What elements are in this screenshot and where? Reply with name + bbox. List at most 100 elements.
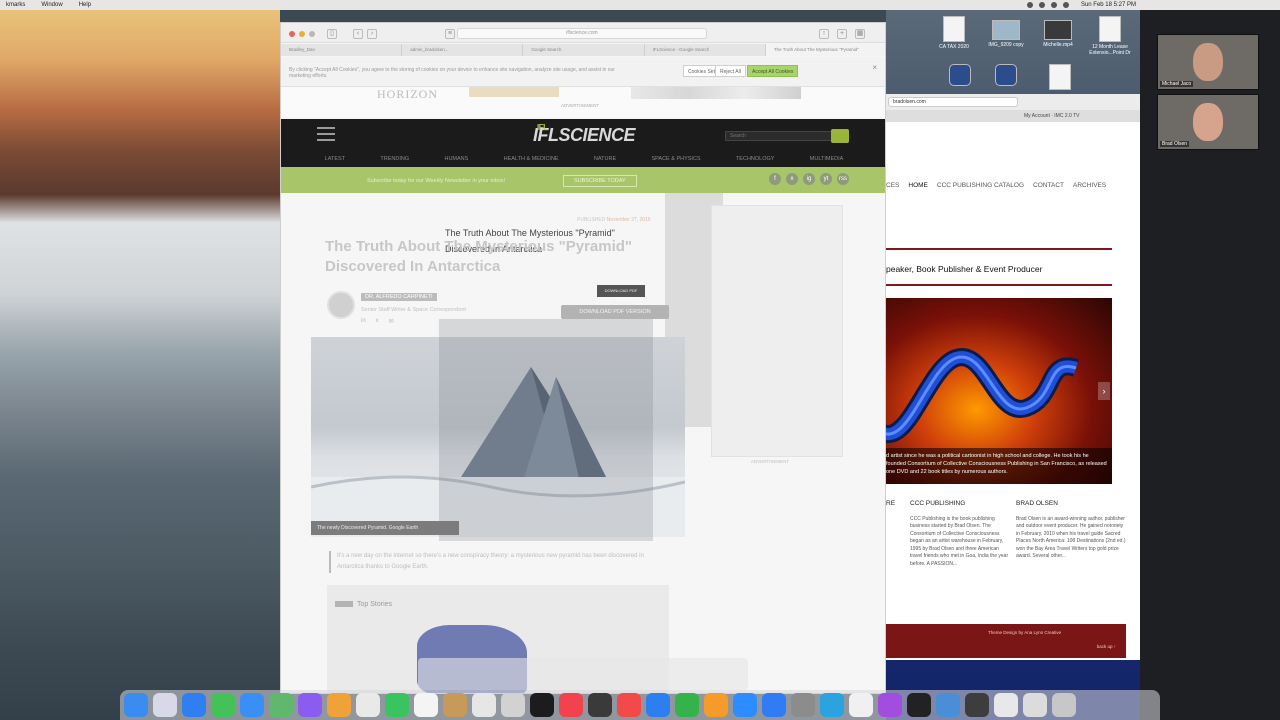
browser-tab[interactable]: Bradley_Dan bbox=[281, 44, 403, 56]
reminders-icon[interactable] bbox=[472, 693, 496, 717]
zoom-video-tile[interactable]: Brad Olsen bbox=[1157, 94, 1259, 150]
nav-latest[interactable]: LATEST bbox=[325, 153, 345, 165]
status-icon[interactable] bbox=[1026, 2, 1033, 8]
search-icon[interactable] bbox=[1050, 2, 1057, 8]
system-settings-icon[interactable] bbox=[791, 693, 815, 717]
download-pdf-button[interactable]: DOWNLOAD PDF VERSION bbox=[561, 305, 669, 319]
back-url-field[interactable]: bradolsen.com bbox=[888, 97, 1018, 107]
mail-icon[interactable]: ✉ bbox=[389, 318, 394, 325]
chrome-icon[interactable] bbox=[356, 693, 380, 717]
close-window-icon[interactable] bbox=[289, 31, 295, 37]
menu-icon[interactable] bbox=[317, 127, 335, 141]
media-shelf[interactable] bbox=[418, 658, 748, 690]
address-bar[interactable]: iflscience.com bbox=[457, 28, 707, 39]
overlay-download-button[interactable]: DOWNLOAD PDF VERSION bbox=[597, 285, 645, 305]
preview-icon[interactable] bbox=[849, 693, 873, 717]
front-browser-window[interactable]: ▯ ‹ › ≡ iflscience.com ↑ + ▦ Bradley_Dan… bbox=[280, 22, 886, 694]
launchpad-icon[interactable] bbox=[153, 693, 177, 717]
back-browser-tab[interactable]: My Account · IMC 2.0 TV bbox=[886, 110, 1140, 122]
instagram-icon[interactable]: ig bbox=[803, 173, 815, 185]
sidebar-toggle-icon[interactable]: ▯ bbox=[327, 29, 337, 39]
screen-recorder-icon[interactable] bbox=[965, 693, 989, 717]
browser-tab[interactable]: admin_bradolsen... bbox=[402, 44, 524, 56]
desktop-file[interactable] bbox=[1030, 64, 1090, 92]
trash-icon[interactable] bbox=[1052, 693, 1076, 717]
notes-icon[interactable] bbox=[443, 693, 467, 717]
facebook-icon[interactable]: f bbox=[769, 173, 781, 185]
music-icon[interactable] bbox=[559, 693, 583, 717]
nav-trending[interactable]: TRENDING bbox=[380, 153, 409, 165]
nav-humans[interactable]: HUMANS bbox=[444, 153, 468, 165]
subscribe-button[interactable]: SUBSCRIBE TODAY bbox=[563, 175, 637, 187]
nav-link-contact[interactable]: CONTACT bbox=[1033, 182, 1064, 189]
podcasts-icon[interactable] bbox=[878, 693, 902, 717]
ad-banner[interactable] bbox=[469, 87, 559, 97]
browser-tab-active[interactable]: The Truth About The Mysterious "Pyramid" bbox=[765, 44, 885, 56]
nav-link-home[interactable]: HOME bbox=[908, 182, 928, 189]
desktop-file[interactable]: Michelle.mp4 bbox=[1028, 16, 1088, 48]
menu-help[interactable]: Help bbox=[79, 0, 91, 10]
browser-tab[interactable]: Google Search bbox=[523, 44, 645, 56]
apple-tv-icon[interactable] bbox=[530, 693, 554, 717]
control-center-icon[interactable] bbox=[1062, 2, 1069, 8]
mail-icon[interactable] bbox=[240, 693, 264, 717]
x-icon[interactable]: x bbox=[786, 173, 798, 185]
maps-icon[interactable] bbox=[269, 693, 293, 717]
webcam-icon[interactable] bbox=[907, 693, 931, 717]
minimize-window-icon[interactable] bbox=[299, 31, 305, 37]
messages-icon[interactable] bbox=[211, 693, 235, 717]
linkedin-icon[interactable]: in bbox=[361, 318, 366, 325]
keynote-icon[interactable] bbox=[646, 693, 670, 717]
calculator-icon[interactable] bbox=[588, 693, 612, 717]
nav-space[interactable]: SPACE & PHYSICS bbox=[651, 153, 700, 165]
side-ad-large[interactable] bbox=[711, 205, 843, 457]
telegram-icon[interactable] bbox=[820, 693, 844, 717]
ad-image[interactable] bbox=[631, 87, 801, 99]
nav-technology[interactable]: TECHNOLOGY bbox=[736, 153, 775, 165]
browser-tab[interactable]: IFLScience - Google Search bbox=[645, 44, 766, 56]
menu-window[interactable]: Window bbox=[41, 0, 62, 10]
rss-icon[interactable]: rss bbox=[837, 173, 849, 185]
desktop-file[interactable]: IMG_9209 copy bbox=[976, 16, 1036, 48]
calendar-icon[interactable] bbox=[414, 693, 438, 717]
numbers-icon[interactable] bbox=[675, 693, 699, 717]
facetime-icon[interactable] bbox=[385, 693, 409, 717]
photos-icon[interactable] bbox=[327, 693, 351, 717]
desktop-file[interactable]: 12 Month Lease Extensio...Point Dr bbox=[1080, 16, 1140, 56]
news-icon[interactable] bbox=[617, 693, 641, 717]
nav-nature[interactable]: NATURE bbox=[594, 153, 616, 165]
back-browser-window[interactable]: bradolsen.com My Account · IMC 2.0 TV CE… bbox=[886, 94, 1140, 660]
slider-next-button[interactable]: › bbox=[1098, 382, 1110, 400]
quicktime-icon[interactable] bbox=[936, 693, 960, 717]
zoom-video-tile[interactable]: Michael Jaco bbox=[1157, 34, 1259, 90]
finder-icon[interactable] bbox=[124, 693, 148, 717]
back-to-top-link[interactable]: back up ↑ bbox=[1097, 644, 1116, 649]
nav-health[interactable]: HEALTH & MEDICINE bbox=[504, 153, 559, 165]
back-arrow-icon[interactable]: ‹ bbox=[353, 29, 363, 39]
reject-cookies-button[interactable]: Reject All bbox=[715, 65, 746, 77]
close-icon[interactable]: × bbox=[872, 63, 877, 72]
author-name[interactable]: DR. ALFREDO CARPINETI bbox=[361, 293, 437, 301]
menu-clock[interactable]: Sun Feb 18 5:27 PM bbox=[1081, 0, 1136, 10]
nav-multimedia[interactable]: MULTIMEDIA bbox=[810, 153, 844, 165]
desktop-file[interactable] bbox=[976, 64, 1036, 88]
document-icon[interactable] bbox=[994, 693, 1018, 717]
forward-arrow-icon[interactable]: › bbox=[367, 29, 377, 39]
fullscreen-window-icon[interactable] bbox=[309, 31, 315, 37]
folder-icon[interactable] bbox=[1023, 693, 1047, 717]
reader-icon[interactable]: ≡ bbox=[445, 29, 455, 39]
share-icon[interactable]: ↑ bbox=[819, 29, 829, 39]
zoom-icon[interactable] bbox=[733, 693, 757, 717]
nav-link-archives[interactable]: ARCHIVES bbox=[1073, 182, 1106, 189]
youtube-icon[interactable]: yt bbox=[820, 173, 832, 185]
menu-bookmarks[interactable]: kmarks bbox=[6, 0, 25, 10]
wifi-icon[interactable] bbox=[1038, 2, 1045, 8]
new-tab-icon[interactable]: + bbox=[837, 29, 847, 39]
avatar[interactable] bbox=[327, 291, 355, 319]
hero-slider[interactable]: › d artist since he was a political cart… bbox=[886, 298, 1112, 484]
accept-cookies-button[interactable]: Accept All Cookies bbox=[747, 65, 799, 77]
pages-icon[interactable] bbox=[704, 693, 728, 717]
safari-icon[interactable] bbox=[182, 693, 206, 717]
imovie-icon[interactable] bbox=[298, 693, 322, 717]
desktop-file[interactable]: CA TAX 2020 bbox=[924, 16, 984, 50]
